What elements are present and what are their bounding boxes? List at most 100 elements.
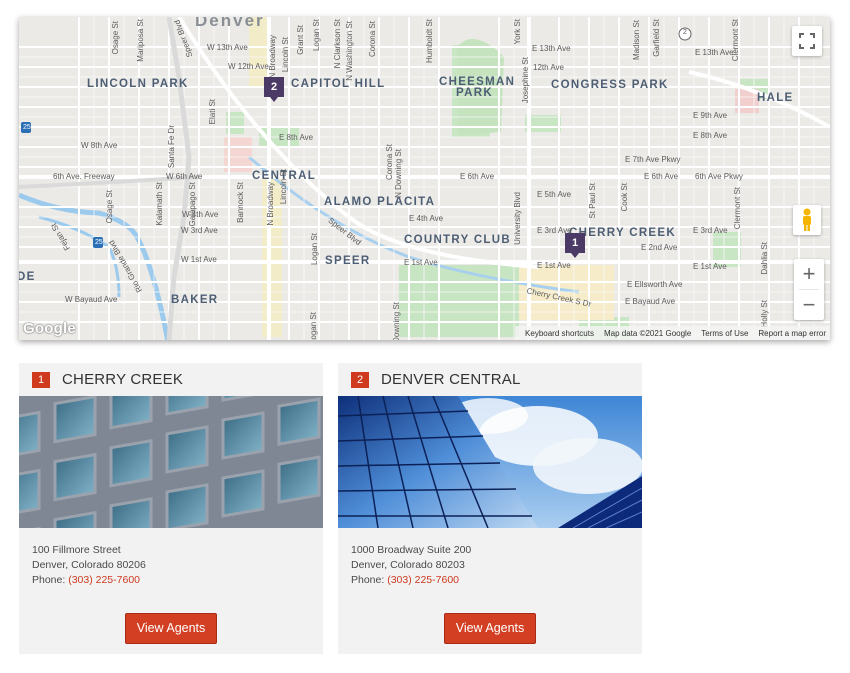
street-label: York St <box>513 19 522 45</box>
street-label: E 4th Ave <box>409 214 444 223</box>
zoom-in-button[interactable]: + <box>794 259 824 289</box>
street-label: Elati St <box>208 99 217 125</box>
office-card-denver-central: 2 DENVER CENTRAL 1000 Broadway Suite 200… <box>338 363 642 654</box>
street-label: E 1st Ave <box>537 261 571 270</box>
street-label: Mariposa St <box>136 19 145 62</box>
street-label: Madison St <box>632 20 641 61</box>
street-label: N Broadway <box>266 182 275 226</box>
street-label: W 12th Ave <box>228 62 269 71</box>
street-label: E 2nd Ave <box>641 243 678 252</box>
map-label-alamo-placita: ALAMO PLACITA <box>324 196 436 208</box>
street-label: E 6th Ave <box>644 172 679 181</box>
office-photo-glass-tower <box>338 396 642 528</box>
street-label: E Bayaud Ave <box>625 297 676 306</box>
street-label: Garfield St <box>652 19 661 57</box>
street-label: Bannock St <box>236 182 245 223</box>
street-label: Clermont St <box>733 187 742 230</box>
phone-link[interactable]: (303) 225-7600 <box>387 574 459 586</box>
highway-shield-label: 25 <box>95 239 103 246</box>
map-label-lincoln-park: LINCOLN PARK <box>87 78 189 90</box>
office-name: DENVER CENTRAL <box>381 371 521 388</box>
address-line-2: Denver, Colorado 80206 <box>32 559 146 571</box>
address-line-2: Denver, Colorado 80203 <box>351 559 465 571</box>
fullscreen-icon <box>799 33 815 49</box>
street-label: N Downing St <box>394 149 403 198</box>
map-label-denver: Denver <box>195 17 265 30</box>
street-label: E 1st Ave <box>404 258 438 267</box>
street-label: Josephine St <box>521 57 530 104</box>
street-label: Humboldt St <box>425 19 434 64</box>
map-marker-2[interactable]: 2 <box>264 77 284 102</box>
map-label-country-club: COUNTRY CLUB <box>404 234 511 246</box>
office-card-header: 2 DENVER CENTRAL <box>338 363 642 396</box>
zoom-out-button[interactable]: − <box>794 290 824 320</box>
map-attribution: Keyboard shortcuts Map data ©2021 Google… <box>515 326 830 340</box>
office-number-badge: 1 <box>32 371 50 388</box>
zoom-control: + − <box>794 259 824 320</box>
phone-link[interactable]: (303) 225-7600 <box>68 574 140 586</box>
street-label: Kalamath St <box>155 182 164 226</box>
street-label: Grant St <box>296 25 305 55</box>
street-label: Osage St <box>105 190 114 224</box>
office-address: 1000 Broadway Suite 200 Denver, Colorado… <box>351 543 471 588</box>
street-label: Logan St <box>310 233 319 266</box>
office-card-header: 1 CHERRY CREEK <box>19 363 323 396</box>
street-label: Lincoln St <box>281 37 290 73</box>
address-line-1: 100 Fillmore Street <box>32 544 121 556</box>
street-label: E 7th Ave Pkwy <box>625 155 681 164</box>
street-label: Cook St <box>620 183 629 212</box>
map-label-cherry-creek: CHERRY CREEK <box>569 227 676 239</box>
report-map-error-link[interactable]: Report a map error <box>758 329 826 338</box>
map-marker-1[interactable]: 1 <box>565 233 585 258</box>
street-label: E 9th Ave <box>693 111 728 120</box>
street-label: E 13th Ave <box>695 48 734 57</box>
map-label-de: DE <box>19 271 36 283</box>
street-label: W 1st Ave <box>181 255 217 264</box>
street-label: Galapago St <box>188 182 197 227</box>
street-label: W 8th Ave <box>81 141 118 150</box>
google-logo: Google <box>23 320 76 337</box>
view-agents-button[interactable]: View Agents <box>125 613 217 644</box>
street-label: Logan St <box>312 19 321 52</box>
street-label: Clermont St <box>731 19 740 62</box>
keyboard-shortcuts-link[interactable]: Keyboard shortcuts <box>525 329 594 338</box>
street-label: E 8th Ave <box>693 131 728 140</box>
highway-shield-label: 2 <box>683 29 687 36</box>
phone-line: Phone: (303) 225-7600 <box>351 573 471 588</box>
street-label: Corona St <box>368 21 377 58</box>
map-label-speer: SPEER <box>325 255 371 267</box>
street-label: Osage St <box>111 21 120 55</box>
street-label: E 6th Ave <box>460 172 495 181</box>
phone-line: Phone: (303) 225-7600 <box>32 573 146 588</box>
street-label: S Logan St <box>309 312 318 340</box>
street-label: E 8th Ave <box>279 133 314 142</box>
highway-shield-label: 25 <box>23 124 31 131</box>
street-label: W Bayaud Ave <box>65 295 118 304</box>
map-label-park: PARK <box>456 87 493 99</box>
street-label: E 5th Ave <box>537 190 572 199</box>
street-view-pegman-button[interactable] <box>793 205 821 235</box>
street-label: E Ellsworth Ave <box>627 280 683 289</box>
street-label: University Blvd <box>513 192 522 245</box>
street-label: W 3rd Ave <box>181 226 218 235</box>
street-label: E 13th Ave <box>532 44 571 53</box>
phone-label: Phone: <box>351 574 385 586</box>
street-label: E 1st Ave <box>693 262 727 271</box>
street-label: Downing St <box>392 302 401 340</box>
map-label-baker: BAKER <box>171 294 219 306</box>
address-line-1: 1000 Broadway Suite 200 <box>351 544 472 556</box>
fullscreen-button[interactable] <box>792 26 822 56</box>
map-label-hale: HALE <box>757 92 794 104</box>
pegman-icon <box>803 208 811 231</box>
map[interactable]: Denver LINCOLN PARK CAPITOL HILL CHEESMA… <box>19 17 830 340</box>
office-number-badge: 2 <box>351 371 369 388</box>
terms-of-use-link[interactable]: Terms of Use <box>701 329 748 338</box>
street-label: 6th Ave Pkwy <box>695 172 743 181</box>
office-name: CHERRY CREEK <box>62 371 184 388</box>
street-label: Santa Fe Dr <box>167 125 176 169</box>
office-card-cherry-creek: 1 CHERRY CREEK 100 Fillmore Street Denve… <box>19 363 323 654</box>
office-photo-building <box>19 396 323 528</box>
view-agents-button[interactable]: View Agents <box>444 613 536 644</box>
street-label: N Clarkson St <box>333 19 342 69</box>
street-label: Dahlia St <box>760 242 769 275</box>
